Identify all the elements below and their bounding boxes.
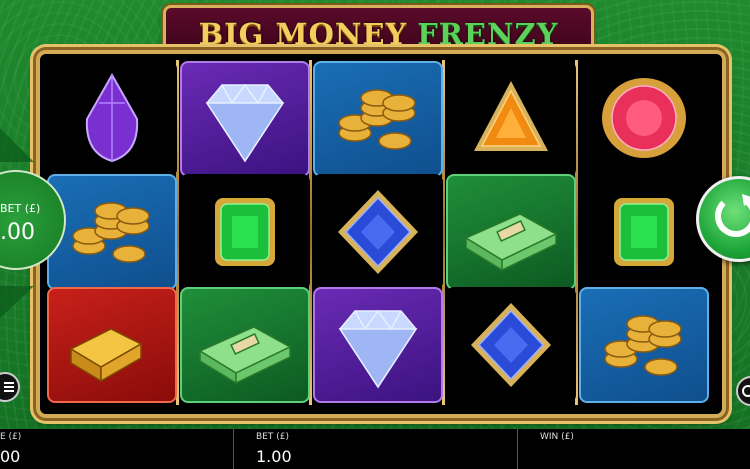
reel-2-symbol-3 bbox=[180, 287, 310, 403]
bet-label: BET (£) bbox=[256, 432, 289, 442]
balance-value: 00 bbox=[0, 447, 21, 466]
diamond-icon bbox=[338, 309, 418, 389]
gold-coins-icon bbox=[338, 89, 416, 150]
cash-stack-icon bbox=[198, 326, 292, 385]
reel-4-symbol-3 bbox=[446, 287, 576, 403]
emerald-icon bbox=[614, 198, 674, 266]
bet-value: 1.00 bbox=[256, 447, 292, 466]
reel-5-symbol-3 bbox=[579, 287, 709, 403]
reel-4-symbol-1 bbox=[446, 61, 576, 177]
reel-1-symbol-2 bbox=[47, 174, 177, 290]
bet-decrease-arrow[interactable] bbox=[0, 286, 34, 318]
win-label: WIN (£) bbox=[540, 432, 574, 442]
gold-bars-icon bbox=[69, 328, 143, 383]
autoplay-button[interactable] bbox=[736, 376, 750, 406]
divider bbox=[233, 429, 234, 469]
reel-4-symbol-2 bbox=[446, 174, 576, 290]
balance-label: E (£) bbox=[0, 432, 22, 442]
reel-3-symbol-2 bbox=[313, 174, 443, 290]
menu-icon bbox=[4, 382, 14, 392]
cash-stack-icon bbox=[464, 213, 558, 272]
menu-button[interactable] bbox=[0, 372, 20, 402]
reel-2-symbol-2 bbox=[180, 174, 310, 290]
gold-coins-icon bbox=[604, 315, 682, 376]
purple-gem-icon bbox=[85, 72, 139, 163]
title-frenzy: FRENZY bbox=[417, 17, 559, 51]
spin-button[interactable] bbox=[696, 176, 750, 262]
reel-1-symbol-3 bbox=[47, 287, 177, 403]
reel-2-symbol-1 bbox=[180, 61, 310, 177]
divider bbox=[517, 429, 518, 469]
balance-section: E (£) 00 bbox=[0, 429, 232, 469]
reel-5-symbol-2 bbox=[579, 174, 709, 290]
title-big-money: BIG MONEY bbox=[198, 17, 408, 51]
emerald-icon bbox=[215, 198, 275, 266]
bet-label: BET (£) bbox=[0, 202, 41, 215]
reel-5-symbol-1 bbox=[579, 61, 709, 177]
spin-arrow-icon bbox=[715, 194, 750, 237]
bet-panel: BET (£) .00 bbox=[0, 128, 66, 318]
reel-1-symbol-1 bbox=[47, 61, 177, 177]
bet-value: .00 bbox=[0, 220, 35, 245]
reel-3-symbol-1 bbox=[313, 61, 443, 177]
diamond-icon bbox=[205, 83, 285, 163]
gold-coins-icon bbox=[72, 202, 150, 263]
sapphire-icon bbox=[471, 303, 551, 387]
autoplay-icon bbox=[742, 385, 750, 397]
reel-3-symbol-3 bbox=[313, 287, 443, 403]
win-section: WIN (£) bbox=[540, 429, 750, 469]
amber-triangle-gem-icon bbox=[474, 81, 548, 151]
status-bar: E (£) 00 BET (£) 1.00 WIN (£) bbox=[0, 429, 750, 469]
bet-section: BET (£) 1.00 bbox=[256, 429, 516, 469]
bet-increase-arrow[interactable] bbox=[0, 128, 34, 162]
sapphire-icon bbox=[338, 190, 418, 274]
ruby-icon bbox=[602, 78, 686, 158]
